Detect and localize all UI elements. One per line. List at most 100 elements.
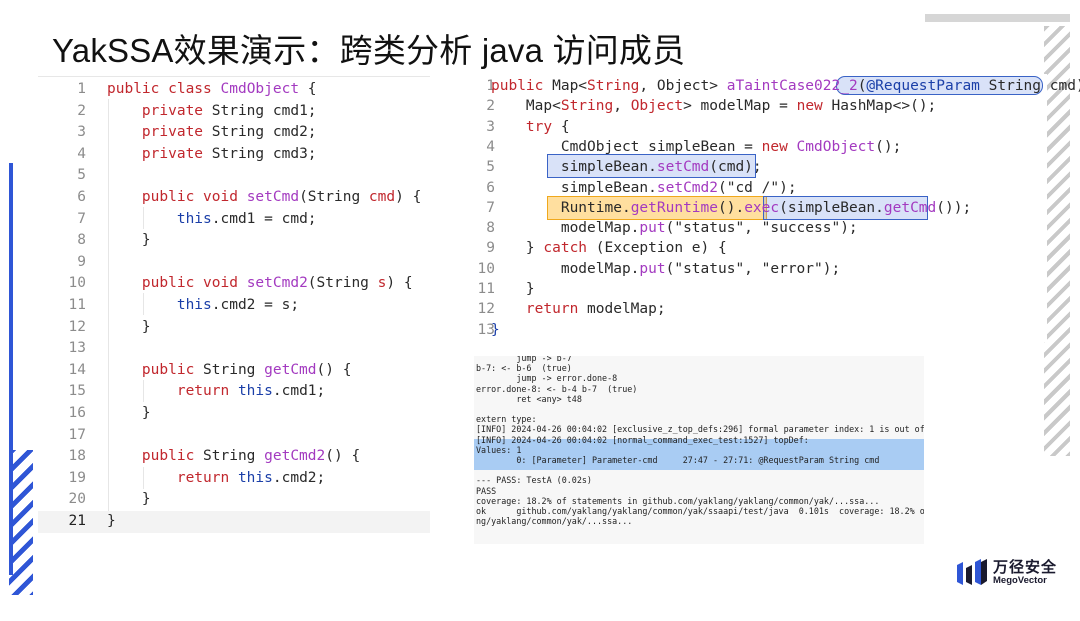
code-editor-taintcase[interactable]: 1 public Map<String, Object> aTaintCase02… — [447, 74, 1080, 342]
code-token: String — [203, 448, 265, 465]
line-number: 12 — [68, 318, 86, 335]
code-token: } — [107, 318, 151, 335]
code-token: this — [107, 297, 212, 313]
code-token: (String — [307, 275, 378, 292]
code-token: setCmd2 — [246, 275, 308, 292]
line-number: 11 — [477, 281, 495, 297]
code-token: public void — [107, 189, 247, 205]
code-token: cmd — [368, 189, 396, 205]
code-token: this — [107, 210, 212, 227]
code-token: (simpleBean. — [779, 199, 884, 216]
console-line: jump -> b-7 — [476, 356, 572, 363]
code-line: 4 private String cmd3; — [38, 144, 430, 166]
code-text: private String cmd3; — [107, 144, 317, 166]
code-token: getCmd2 — [264, 448, 326, 465]
code-token: () { — [325, 448, 361, 465]
code-token: new — [761, 138, 797, 155]
code-line: 17 — [38, 425, 430, 447]
code-token: getCmd — [264, 361, 317, 378]
code-line: 7 Runtime.getRuntime().exec(simpleBean.g… — [447, 198, 1047, 218]
code-line: 8 modelMap.put("status", "success"); — [447, 218, 1047, 238]
code-line: 11 } — [447, 279, 1047, 299]
code-text: modelMap.put("status", "success"); — [491, 218, 858, 238]
code-token: .cmd2; — [272, 469, 326, 486]
console-line: [INFO] 2024-04-26 00:04:02 [exclusive_z_… — [476, 424, 924, 435]
code-token: String — [560, 98, 614, 115]
code-text: Runtime.getRuntime().exec(simpleBean.get… — [491, 198, 971, 218]
code-token: (Exception e) { — [595, 240, 727, 257]
code-token: Map< — [552, 78, 588, 94]
code-token: catch — [543, 240, 596, 257]
code-token: this — [237, 383, 273, 400]
line-number: 17 — [68, 426, 86, 443]
line-number: 8 — [77, 232, 86, 249]
code-token: Runtime. — [491, 199, 631, 216]
code-token: this — [237, 469, 273, 486]
code-text: } — [107, 230, 151, 252]
code-text: } — [107, 317, 151, 339]
code-line: 20 } — [38, 489, 430, 511]
code-text: private String cmd2; — [107, 122, 317, 144]
line-number: 18 — [68, 448, 86, 465]
code-text: } — [491, 279, 535, 299]
code-line: 13 — [38, 338, 430, 360]
code-text: } catch (Exception e) { — [491, 238, 727, 258]
line-number: 4 — [77, 145, 86, 162]
code-token: } — [491, 281, 535, 297]
code-text: public void setCmd(String cmd) { — [107, 187, 421, 209]
code-token: } — [107, 513, 116, 529]
line-number: 21 — [68, 513, 86, 529]
console-line: --- PASS: TestA (0.02s) — [476, 475, 592, 486]
code-text: public Map<String, Object> aTaintCase022… — [491, 76, 1080, 96]
code-token: Object — [630, 98, 684, 115]
code-token: CmdObject — [796, 138, 876, 155]
code-token: String cmd1; — [211, 102, 317, 119]
code-line: 10 modelMap.put("status", "error"); — [447, 259, 1047, 279]
line-number: 2 — [486, 98, 495, 115]
console-line: error.done-8: <- b-4 b-7 (true) — [476, 383, 638, 394]
line-number: 5 — [486, 159, 495, 176]
line-number: 4 — [486, 138, 495, 155]
code-token: { — [299, 81, 317, 97]
code-token: modelMap. — [491, 260, 640, 277]
code-token: private — [107, 145, 212, 162]
code-token: modelMap; — [587, 301, 666, 318]
code-token: ) { — [386, 275, 413, 292]
megovector-logo: 万径安全 MegoVector — [957, 556, 1067, 588]
line-number: 7 — [486, 199, 495, 216]
test-output-console[interactable]: jump -> b-7 b-7: <- b-6 (true) jump -> er… — [474, 356, 924, 544]
console-line: 0: [Parameter] Parameter-cmd 27:47 - 27:… — [476, 455, 880, 465]
decor-top-bar — [925, 14, 1070, 22]
code-token: @RequestParam — [866, 78, 989, 94]
code-line: 21} — [38, 511, 430, 533]
line-number: 3 — [486, 118, 495, 135]
code-token: String cmd2; — [211, 124, 317, 141]
code-token: return — [491, 301, 588, 318]
code-line: 6 simpleBean.setCmd2("cd /"); — [447, 178, 1047, 198]
code-token: .cmd2 = s; — [211, 297, 300, 313]
line-number: 13 — [477, 321, 495, 338]
code-line: 3 private String cmd2; — [38, 122, 430, 144]
line-number: 9 — [486, 240, 495, 257]
line-number: 9 — [77, 253, 86, 270]
code-token: CmdObject — [220, 81, 300, 97]
code-text: } — [107, 403, 151, 425]
code-token: public void — [107, 275, 247, 292]
line-number: 13 — [68, 340, 86, 357]
line-number: 11 — [68, 297, 86, 313]
code-editor-cmdobject[interactable]: 1 public class CmdObject {2 private Strin… — [38, 76, 430, 535]
code-line: 19 return this.cmd2; — [38, 468, 430, 490]
code-token: ("status", "error"); — [665, 260, 841, 277]
code-line: 9 } catch (Exception e) { — [447, 238, 1047, 258]
code-token: } — [491, 240, 544, 257]
code-token: simpleBean. — [491, 159, 657, 176]
line-number: 15 — [68, 383, 86, 400]
code-token: .cmd1 = cmd; — [211, 210, 317, 227]
code-token: > modelMap = — [683, 98, 797, 115]
code-line: 1 public Map<String, Object> aTaintCase02… — [447, 76, 1080, 96]
code-token: setCmd — [246, 189, 300, 205]
line-number: 19 — [68, 469, 86, 486]
code-token: (String — [299, 189, 369, 205]
line-number: 1 — [486, 78, 495, 94]
code-token: public — [491, 78, 553, 94]
